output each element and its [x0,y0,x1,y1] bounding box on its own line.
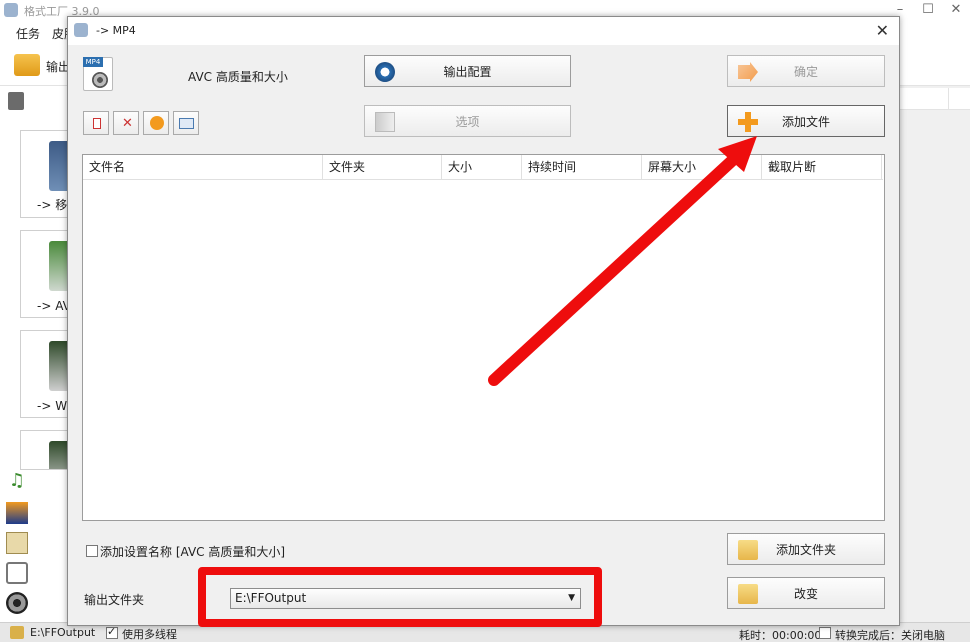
annotation-arrow [488,136,757,386]
arrow-shaft [488,152,741,386]
